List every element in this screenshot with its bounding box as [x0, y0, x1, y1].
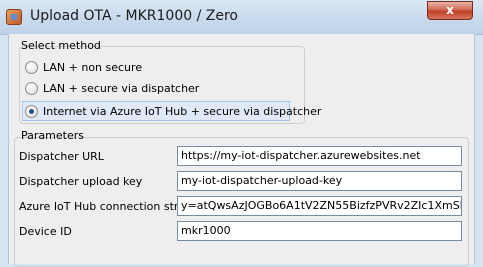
dispatcher-upload-key-label: Dispatcher upload key [19, 175, 143, 188]
device-id-field[interactable]: mkr1000 [177, 221, 462, 241]
title-bar[interactable]: Upload OTA - MKR1000 / Zero x [0, 0, 483, 35]
window-title: Upload OTA - MKR1000 / Zero [30, 8, 238, 24]
device-id-label: Device ID [19, 225, 72, 238]
close-icon: x [446, 3, 454, 17]
radio-label: LAN + secure via dispatcher [43, 82, 200, 95]
app-icon [6, 9, 22, 25]
dispatcher-url-label: Dispatcher URL [19, 150, 104, 163]
select-method-title: Select method [21, 39, 101, 52]
close-button[interactable]: x [427, 1, 473, 20]
radio-button[interactable] [25, 61, 38, 74]
dialog-content: Select method LAN + non secure LAN + sec… [8, 34, 475, 267]
dispatcher-url-field[interactable]: https://my-iot-dispatcher.azurewebsites.… [177, 146, 462, 166]
parameters-title: Parameters [21, 129, 84, 142]
azure-connection-string-label: Azure IoT Hub connection string [19, 200, 196, 213]
radio-label: Internet via Azure IoT Hub + secure via … [43, 105, 322, 118]
radio-button[interactable] [25, 82, 38, 95]
radio-label: LAN + non secure [43, 61, 143, 74]
radio-button-selected[interactable] [25, 105, 38, 118]
azure-connection-string-field[interactable]: y=atQwsAzJOGBo6A1tV2ZN55BizfzPVRv2ZIc1Xm… [177, 196, 462, 216]
dispatcher-upload-key-field[interactable]: my-iot-dispatcher-upload-key [177, 171, 462, 191]
